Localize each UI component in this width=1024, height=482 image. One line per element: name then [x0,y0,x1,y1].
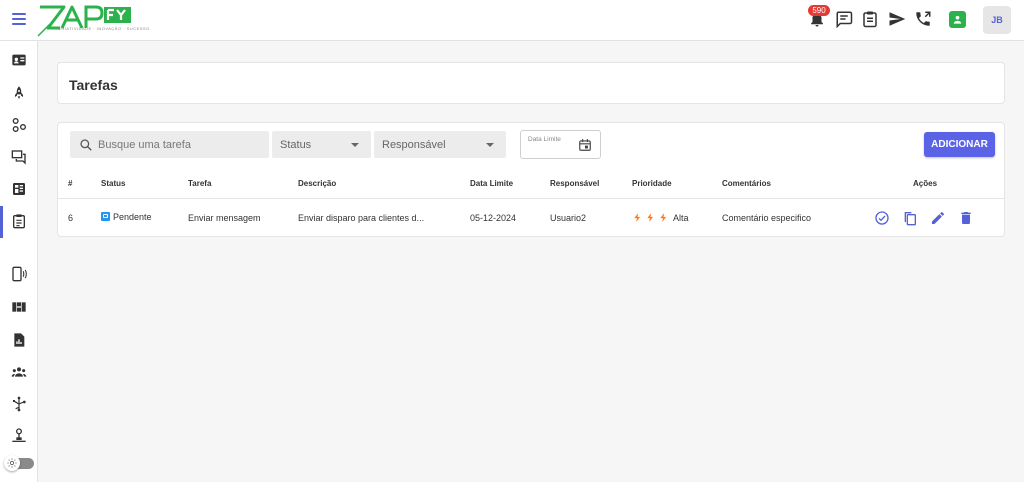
board-icon [12,302,26,312]
cell-tarefa: Enviar mensagem [188,213,261,223]
sidebar-item-integrations[interactable] [0,389,38,421]
forum-icon [11,150,26,165]
cell-status: Pendente [101,212,152,222]
add-task-button[interactable]: ADICIONAR [924,132,995,157]
sidebar-item-users[interactable] [0,357,38,389]
dashboard-icon [13,183,25,195]
sidebar [0,41,38,482]
copy-icon [904,212,916,226]
col-header-prioridade[interactable]: Prioridade [632,179,672,188]
contact-card-icon [12,54,26,66]
page-header-card: Tarefas [57,62,1005,104]
sidebar-item-chats[interactable] [0,142,38,174]
sun-icon [4,455,20,471]
search-input[interactable] [98,135,263,154]
logo-tagline: CRIATIVIDADE · INOVAÇÃO · SUCESSO [58,26,150,31]
col-header-data-limite[interactable]: Data Limite [470,179,513,188]
search-icon [80,139,92,151]
sidebar-item-reports[interactable] [0,325,38,357]
status-select-label: Status [280,139,312,151]
sidebar-item-network[interactable] [0,421,38,453]
calendar-icon [579,139,591,151]
integrations-icon [13,396,26,412]
top-bar: CRIATIVIDADE · INOVAÇÃO · SUCESSO 590 JB [0,0,1024,41]
col-header-responsavel[interactable]: Responsável [550,179,599,188]
rocket-icon [15,86,23,99]
tasks-icon [13,214,25,229]
date-limit-picker[interactable]: Data Limite [520,130,601,159]
theme-toggle[interactable] [4,455,34,471]
chevron-down-icon [351,143,359,147]
sidebar-item-contacts[interactable] [0,45,38,77]
cell-responsavel: Usuario2 [550,213,587,223]
send-icon[interactable] [888,10,906,28]
complete-task-button[interactable] [874,210,890,226]
sidebar-item-kanban[interactable] [0,292,38,324]
bolt-icon [634,213,641,222]
col-header-descricao[interactable]: Descrição [298,179,336,188]
chat-icon[interactable] [835,10,853,28]
phone-icon[interactable] [914,10,932,28]
zapfy-logo[interactable] [36,2,134,38]
col-header-id: # [68,179,73,188]
date-limit-label: Data Limite [528,136,561,143]
table-header-divider [58,198,1004,199]
cell-descricao: Enviar disparo para clientes d... [298,213,425,223]
bolt-icon [647,213,654,222]
col-header-tarefa[interactable]: Tarefa [188,179,211,188]
col-header-status[interactable]: Status [101,179,125,188]
col-header-comentarios[interactable]: Comentários [722,179,771,188]
bolt-icon [660,213,667,222]
whatsapp-contact-icon[interactable] [949,11,966,28]
chevron-down-icon [486,143,494,147]
sidebar-item-dashboard[interactable] [0,174,38,206]
cell-comentarios: Comentário especifico [722,213,812,223]
status-select[interactable]: Status [272,131,371,158]
status-text: Pendente [113,212,152,222]
user-avatar[interactable]: JB [983,6,1011,34]
copy-task-button[interactable] [902,210,918,226]
device-icon [12,266,27,282]
responsavel-select[interactable]: Responsável [374,131,506,158]
col-header-acoes: Ações [913,179,938,188]
sidebar-item-flows[interactable] [0,110,38,142]
page-title: Tarefas [69,77,118,93]
users-icon [11,367,27,377]
menu-icon[interactable] [12,13,26,25]
sidebar-item-tasks[interactable] [0,206,38,238]
priority-text: Alta [673,213,689,223]
check-circle-icon [875,211,889,225]
flow-icon [12,118,26,132]
clipboard-icon[interactable] [861,10,879,28]
network-icon [12,428,26,442]
delete-task-button[interactable] [958,210,974,226]
cell-prioridade: Alta [634,213,689,223]
cell-data-limite: 05-12-2024 [470,213,517,223]
tasks-card: Status Responsável Data Limite ADICIONAR… [57,122,1005,237]
edit-icon [932,211,944,224]
sidebar-item-campaigns[interactable] [0,78,38,110]
edit-task-button[interactable] [930,210,946,226]
notification-count-badge: 590 [808,5,830,16]
cell-id: 6 [68,213,74,223]
search-box [70,131,269,158]
pending-status-icon [101,212,110,221]
sidebar-item-devices[interactable] [0,259,38,291]
responsavel-select-label: Responsável [382,139,446,151]
delete-icon [961,212,971,224]
report-icon [14,333,25,347]
